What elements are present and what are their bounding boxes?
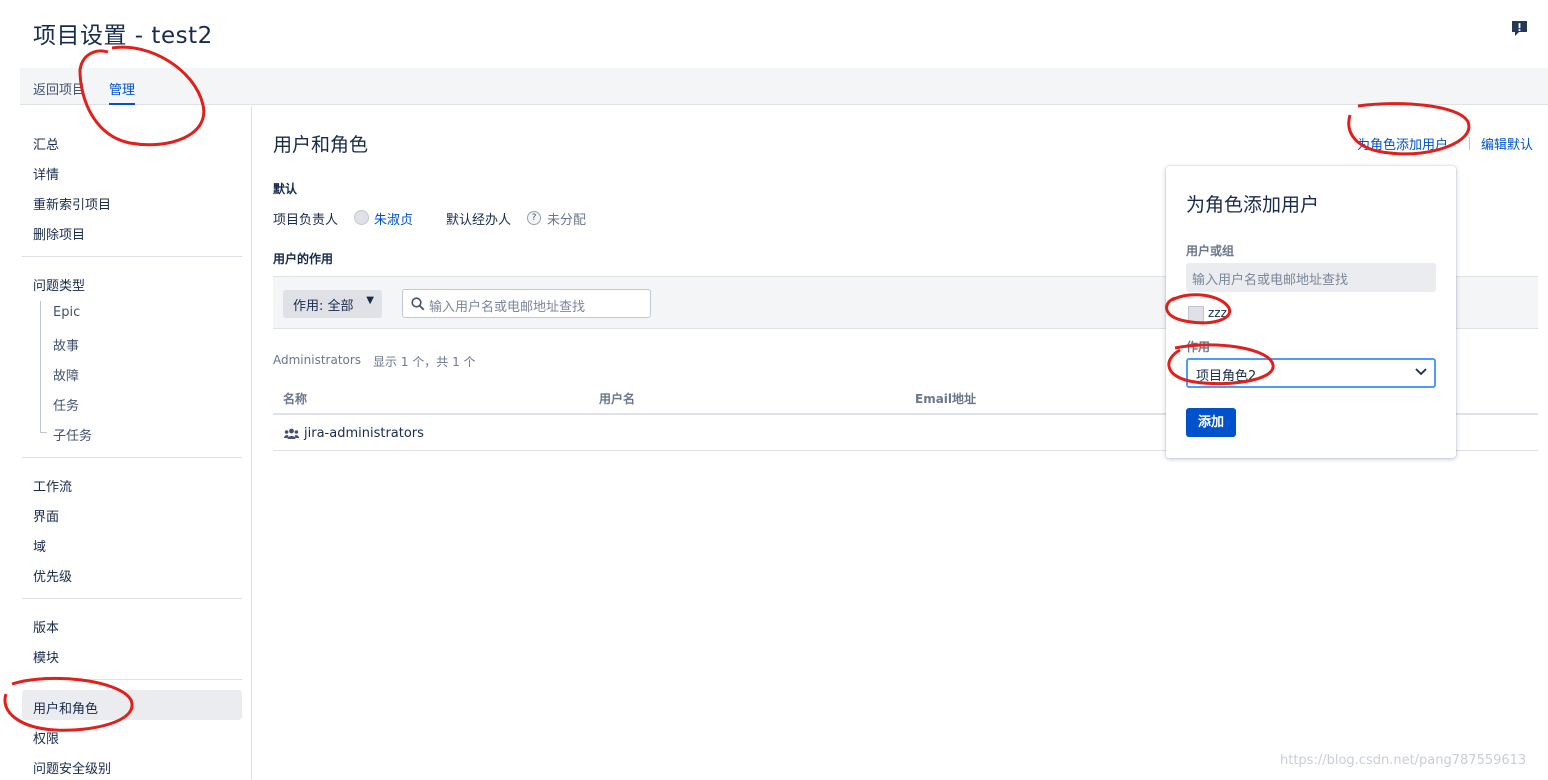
column-header-email: Email地址 xyxy=(915,392,977,406)
feedback-icon[interactable] xyxy=(1511,20,1528,37)
sidebar-item-fields[interactable]: 域 xyxy=(33,536,46,555)
sidebar-item-details[interactable]: 详情 xyxy=(33,164,59,183)
sidebar-item-epic[interactable]: Epic xyxy=(53,305,80,320)
project-lead-link[interactable]: 朱淑贞 xyxy=(374,209,413,228)
unassigned-icon: ? xyxy=(527,211,541,225)
search-icon xyxy=(411,297,425,311)
role-group-count: 显示 1 个，共 1 个 xyxy=(373,355,476,369)
chevron-down-icon: ▼ xyxy=(366,295,374,306)
sidebar-item-bug[interactable]: 故障 xyxy=(53,365,79,384)
sidebar-item-users-and-roles[interactable]: 用户和角色 xyxy=(33,698,98,717)
add-user-to-role-dialog: 为角色添加用户 用户或组 输入用户名或电邮地址查找 zzz 作用 项目角色2 添… xyxy=(1166,166,1456,458)
role-group-name: Administrators xyxy=(273,353,362,367)
dialog-title: 为角色添加用户 xyxy=(1186,194,1320,216)
sidebar-item-summary[interactable]: 汇总 xyxy=(33,134,59,153)
sidebar-item-issue-types[interactable]: 问题类型 xyxy=(33,275,85,294)
group-name[interactable]: jira-administrators xyxy=(304,426,424,441)
sidebar-item-delete-project[interactable]: 删除项目 xyxy=(33,224,85,243)
sidebar-item-screens[interactable]: 界面 xyxy=(33,506,59,525)
action-divider xyxy=(1469,137,1470,150)
sidebar-divider xyxy=(22,679,242,680)
role-filter-label: 作用: 全部 xyxy=(293,299,354,314)
user-or-group-label: 用户或组 xyxy=(1186,244,1235,258)
sidebar-item-issue-security[interactable]: 问题安全级别 xyxy=(33,758,111,777)
add-button[interactable]: 添加 xyxy=(1186,408,1236,437)
selected-user-chip[interactable]: zzz xyxy=(1208,306,1227,320)
sidebar: 汇总 详情 重新索引项目 删除项目 问题类型 Epic 故事 故障 任务 子任务… xyxy=(22,106,252,780)
sidebar-item-reindex[interactable]: 重新索引项目 xyxy=(33,194,111,213)
role-select-value: 项目角色2 xyxy=(1196,369,1257,384)
role-select[interactable]: 项目角色2 xyxy=(1186,358,1436,388)
sidebar-item-versions[interactable]: 版本 xyxy=(33,617,59,636)
user-or-group-input[interactable]: 输入用户名或电邮地址查找 xyxy=(1186,263,1436,292)
sidebar-divider xyxy=(22,256,242,257)
sidebar-item-subtask[interactable]: 子任务 xyxy=(53,425,92,444)
sidebar-item-story[interactable]: 故事 xyxy=(53,335,79,354)
tree-line xyxy=(40,301,41,433)
user-avatar-icon xyxy=(354,210,369,225)
search-placeholder: 输入用户名或电邮地址查找 xyxy=(429,300,586,315)
tab-administration[interactable]: 管理 xyxy=(109,79,136,105)
sidebar-divider xyxy=(22,598,242,599)
tab-bar: 返回项目 管理 xyxy=(20,68,1548,105)
watermark: https://blog.csdn.net/pang787559613 xyxy=(1280,753,1527,768)
sidebar-item-task[interactable]: 任务 xyxy=(53,395,79,414)
project-lead-label: 项目负责人 xyxy=(273,213,339,228)
defaults-section-label: 默认 xyxy=(273,182,298,196)
column-header-name: 名称 xyxy=(283,392,308,406)
sidebar-item-priorities[interactable]: 优先级 xyxy=(33,566,72,585)
add-user-to-role-link[interactable]: 为角色添加用户 xyxy=(1357,134,1448,153)
role-label: 作用 xyxy=(1186,340,1211,354)
chevron-down-icon xyxy=(1415,368,1427,376)
main-title: 用户和角色 xyxy=(273,134,369,156)
user-search-input[interactable]: 输入用户名或电邮地址查找 xyxy=(402,289,651,318)
sidebar-divider xyxy=(22,457,242,458)
page-title: 项目设置 - test2 xyxy=(33,23,213,49)
default-assignee-value: 未分配 xyxy=(547,213,587,228)
tab-back-to-project[interactable]: 返回项目 xyxy=(33,79,85,98)
column-header-username: 用户名 xyxy=(599,392,636,406)
sidebar-item-components[interactable]: 模块 xyxy=(33,647,59,666)
sidebar-item-permissions[interactable]: 权限 xyxy=(33,728,59,747)
tree-line-end xyxy=(40,432,47,433)
user-roles-section-label: 用户的作用 xyxy=(273,252,334,266)
group-icon xyxy=(284,428,299,439)
sidebar-item-workflows[interactable]: 工作流 xyxy=(33,476,72,495)
edit-defaults-link[interactable]: 编辑默认 xyxy=(1481,134,1533,153)
default-assignee-label: 默认经办人 xyxy=(446,213,512,228)
user-avatar-icon xyxy=(1188,306,1204,322)
user-input-placeholder: 输入用户名或电邮地址查找 xyxy=(1192,273,1349,288)
role-filter-dropdown[interactable]: 作用: 全部 ▼ xyxy=(283,290,382,318)
